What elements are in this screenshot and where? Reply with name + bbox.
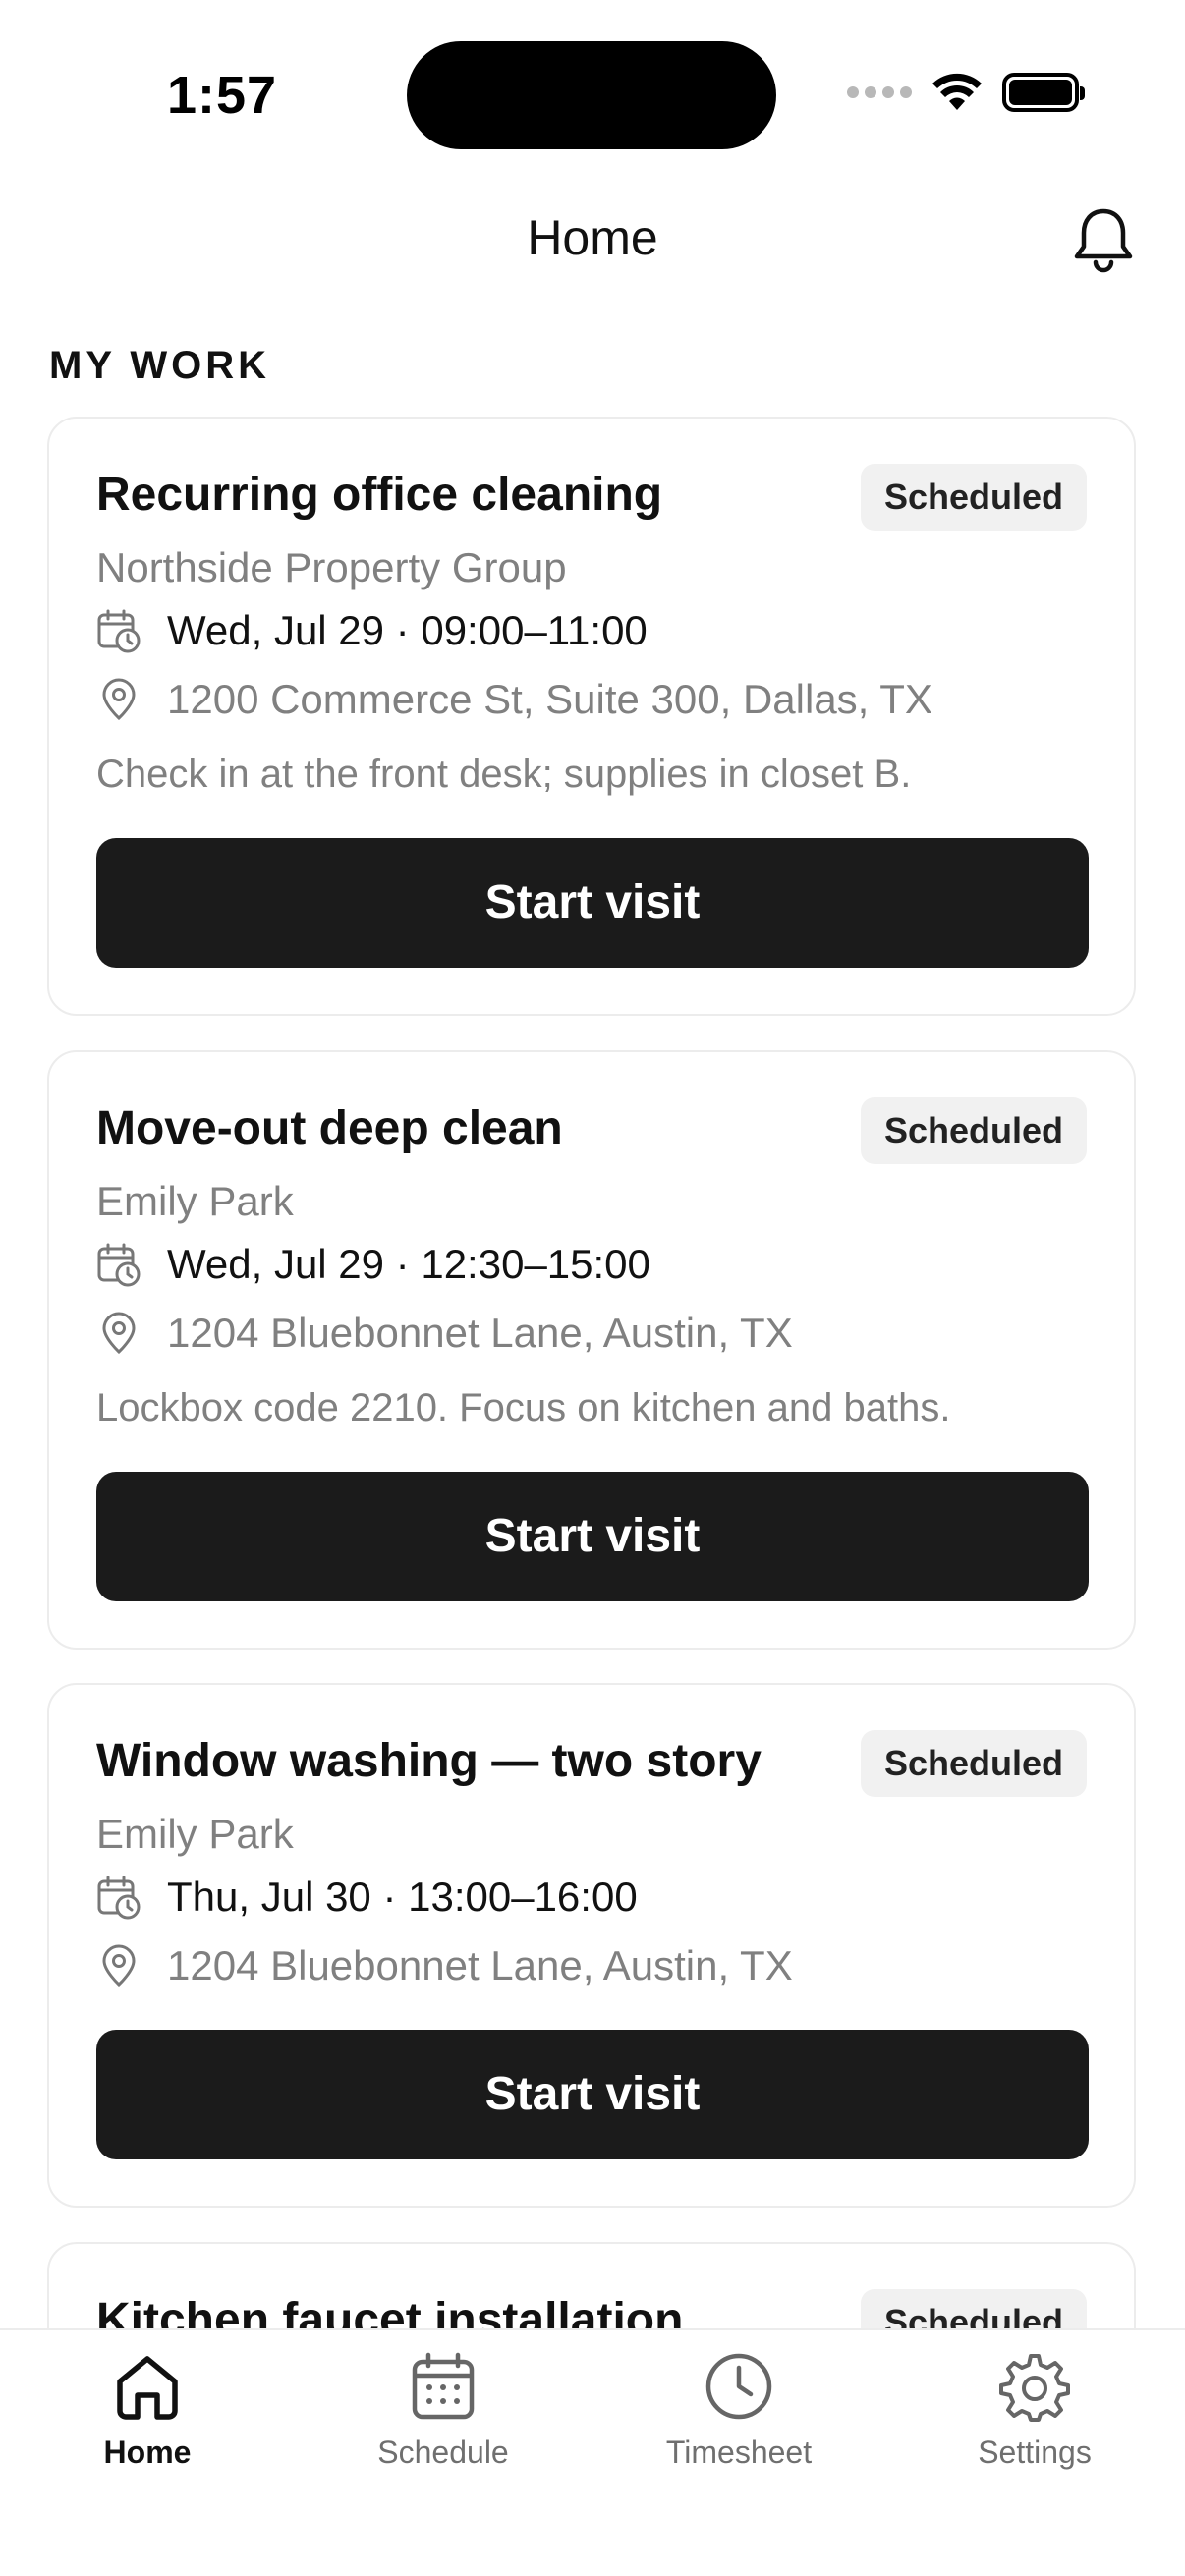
status-icons — [847, 73, 1085, 112]
job-card[interactable]: Move-out deep clean Scheduled Emily Park… — [47, 1050, 1136, 1650]
calendar-clock-icon — [97, 609, 141, 653]
job-address: 1204 Bluebonnet Lane, Austin, TX — [96, 1942, 793, 1989]
clock-icon — [705, 2353, 772, 2420]
dynamic-island — [407, 41, 776, 149]
start-visit-button[interactable]: Start visit — [96, 2030, 1089, 2159]
job-datetime-text: Wed, Jul 29 · 12:30–15:00 — [167, 1241, 650, 1287]
status-badge: Scheduled — [860, 1097, 1087, 1164]
client-name: Emily Park — [96, 1811, 294, 1857]
job-note: Lockbox code 2210. Focus on kitchen and … — [96, 1386, 951, 1429]
job-datetime: Wed, Jul 29 · 12:30–15:00 — [96, 1241, 650, 1288]
bell-icon[interactable] — [1071, 205, 1136, 274]
gear-icon — [999, 2354, 1070, 2422]
job-card[interactable]: Window washing — two story Scheduled Emi… — [47, 1683, 1136, 2208]
status-time: 1:57 — [167, 66, 278, 125]
location-pin-icon — [102, 678, 136, 721]
job-title: Move-out deep clean — [96, 1102, 563, 1154]
tab-label: Home — [103, 2435, 192, 2470]
location-pin-icon — [102, 1312, 136, 1355]
tab-timesheet[interactable]: Timesheet — [631, 2350, 847, 2471]
home-icon — [117, 2356, 178, 2420]
cellular-signal-icon — [847, 86, 912, 98]
job-note: Check in at the front desk; supplies in … — [96, 753, 912, 796]
job-address: 1200 Commerce St, Suite 300, Dallas, TX — [96, 676, 932, 723]
start-visit-button[interactable]: Start visit — [96, 838, 1089, 968]
bottom-tab-bar: Home Schedule Timesheet Settings — [0, 2328, 1185, 2576]
location-pin-icon — [102, 1944, 136, 1988]
calendar-clock-icon — [97, 1876, 141, 1920]
tab-home[interactable]: Home — [39, 2350, 255, 2471]
wifi-icon — [932, 73, 982, 110]
client-name: Northside Property Group — [96, 544, 567, 590]
status-badge: Scheduled — [860, 1730, 1087, 1797]
tab-label: Timesheet — [665, 2435, 813, 2470]
job-datetime-text: Thu, Jul 30 · 13:00–16:00 — [167, 1874, 638, 1920]
tab-label: Schedule — [377, 2435, 509, 2470]
job-address-text: 1204 Bluebonnet Lane, Austin, TX — [167, 1942, 793, 1988]
status-badge: Scheduled — [860, 464, 1087, 531]
job-address-text: 1200 Commerce St, Suite 300, Dallas, TX — [167, 676, 932, 722]
job-datetime-text: Wed, Jul 29 · 09:00–11:00 — [167, 607, 648, 653]
job-title: Window washing — two story — [96, 1735, 762, 1787]
page-title: Home — [527, 210, 658, 265]
calendar-clock-icon — [97, 1243, 141, 1287]
job-title: Recurring office cleaning — [96, 469, 663, 521]
job-datetime: Thu, Jul 30 · 13:00–16:00 — [96, 1874, 638, 1921]
tab-label: Settings — [978, 2435, 1092, 2470]
status-bar: 1:57 — [0, 0, 1185, 167]
start-visit-button[interactable]: Start visit — [96, 1472, 1089, 1601]
job-address-text: 1204 Bluebonnet Lane, Austin, TX — [167, 1310, 793, 1356]
section-label: MY WORK — [49, 344, 271, 387]
client-name: Emily Park — [96, 1178, 294, 1224]
job-datetime: Wed, Jul 29 · 09:00–11:00 — [96, 607, 648, 654]
calendar-icon — [412, 2352, 475, 2420]
battery-icon — [1002, 73, 1085, 112]
job-address: 1204 Bluebonnet Lane, Austin, TX — [96, 1310, 793, 1357]
header: Home — [0, 192, 1185, 290]
tab-settings[interactable]: Settings — [927, 2350, 1143, 2471]
job-card[interactable]: Recurring office cleaning Scheduled Nort… — [47, 417, 1136, 1016]
tab-schedule[interactable]: Schedule — [335, 2350, 551, 2471]
